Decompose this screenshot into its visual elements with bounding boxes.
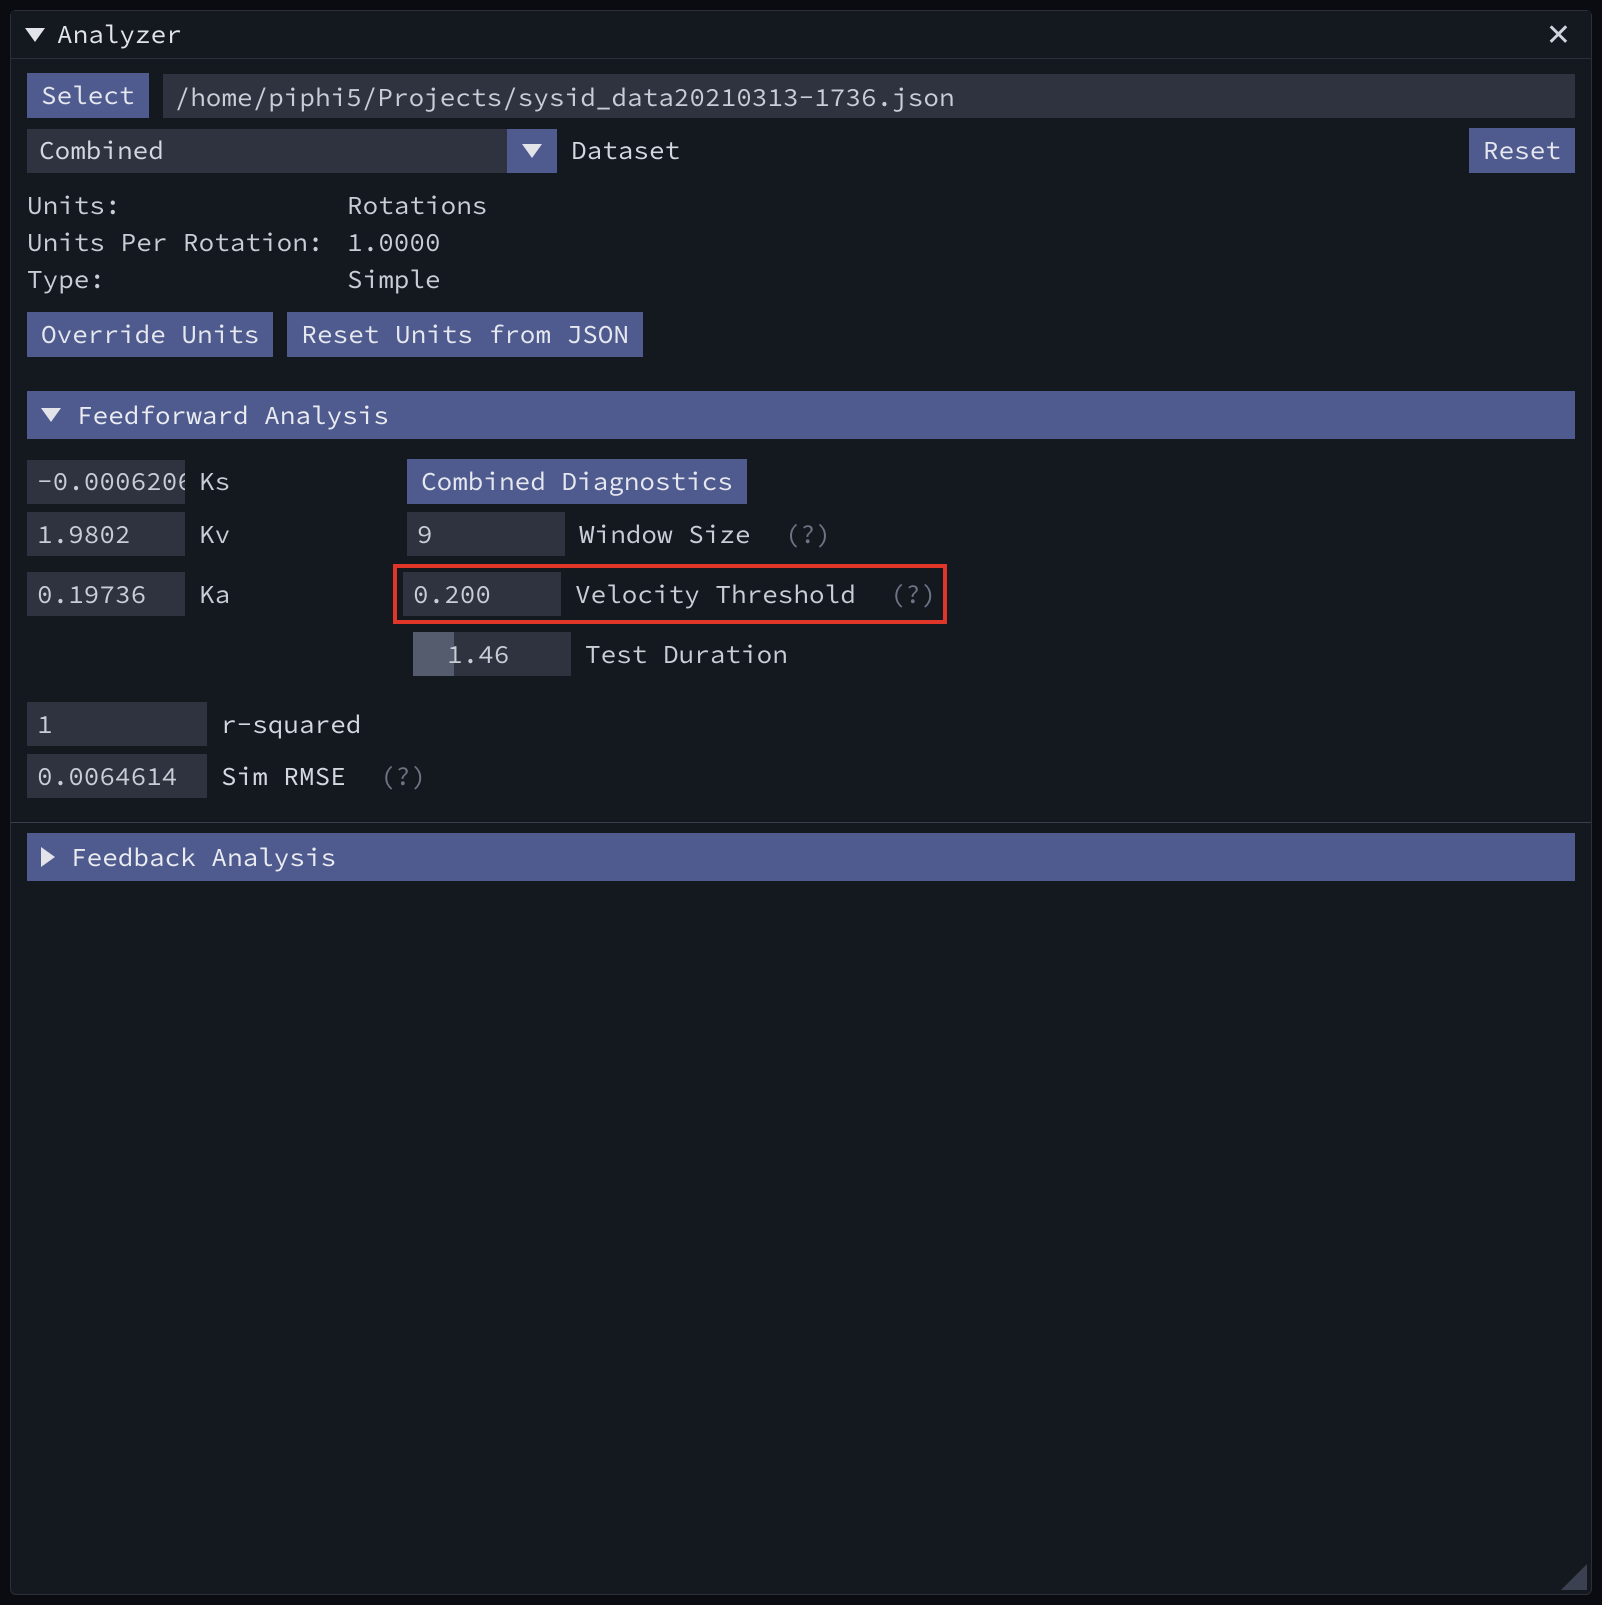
feedback-header[interactable]: Feedback Analysis xyxy=(27,833,1575,881)
units-label: Units: xyxy=(27,189,347,222)
feedforward-title: Feedforward Analysis xyxy=(77,399,389,432)
velocity-threshold-highlight: 0.200 Velocity Threshold (?) xyxy=(393,564,947,624)
resize-grip-icon[interactable] xyxy=(1559,1562,1587,1590)
chevron-right-icon xyxy=(41,847,55,867)
window-title: Analyzer xyxy=(57,18,182,51)
reset-button[interactable]: Reset xyxy=(1469,128,1575,173)
titlebar[interactable]: Analyzer ✕ xyxy=(11,11,1591,59)
type-value: Simple xyxy=(347,263,1575,296)
velocity-threshold-help-icon[interactable]: (?) xyxy=(890,578,937,611)
test-duration-value: 1.46 xyxy=(447,638,509,671)
feedback-title: Feedback Analysis xyxy=(71,841,336,874)
collapse-icon xyxy=(25,28,45,42)
window-size-value[interactable]: 9 xyxy=(407,512,565,556)
file-path-field[interactable]: /home/piphi5/Projects/sysid_data20210313… xyxy=(163,74,1575,118)
close-icon[interactable]: ✕ xyxy=(1540,16,1577,54)
chevron-down-icon xyxy=(507,129,557,173)
info-grid: Units: Rotations Units Per Rotation: 1.0… xyxy=(27,189,1575,296)
feedforward-header[interactable]: Feedforward Analysis xyxy=(27,391,1575,439)
sim-rmse-help-icon[interactable]: (?) xyxy=(380,760,427,793)
r-squared-value[interactable]: 1 xyxy=(27,702,207,746)
ka-row: 0.19736 Ka 0.200 Velocity Threshold (?) xyxy=(27,564,1575,624)
feedforward-body: -0.00062068 Ks Combined Diagnostics 1.98… xyxy=(27,459,1575,798)
section-divider xyxy=(11,822,1591,823)
kv-label: Kv xyxy=(199,518,259,551)
dataset-dropdown[interactable]: Combined xyxy=(27,129,557,173)
dataset-label: Dataset xyxy=(571,134,680,167)
test-duration-slider[interactable]: 1.46 xyxy=(413,632,571,676)
kv-row: 1.9802 Kv 9 Window Size (?) xyxy=(27,512,1575,556)
kv-value[interactable]: 1.9802 xyxy=(27,512,185,556)
r-squared-row: 1 r-squared xyxy=(27,702,1575,746)
upr-label: Units Per Rotation: xyxy=(27,226,347,259)
combined-diagnostics-button[interactable]: Combined Diagnostics xyxy=(407,459,747,504)
r-squared-label: r-squared xyxy=(221,708,361,741)
select-file-button[interactable]: Select xyxy=(27,73,149,118)
units-buttons-row: Override Units Reset Units from JSON xyxy=(27,312,1575,357)
dataset-value: Combined xyxy=(27,129,507,173)
window-size-label: Window Size xyxy=(579,518,751,551)
override-units-button[interactable]: Override Units xyxy=(27,312,273,357)
window-size-help-icon[interactable]: (?) xyxy=(785,518,832,551)
upr-value: 1.0000 xyxy=(347,226,1575,259)
units-value: Rotations xyxy=(347,189,1575,222)
ka-value[interactable]: 0.19736 xyxy=(27,572,185,616)
window-body: Select /home/piphi5/Projects/sysid_data2… xyxy=(11,59,1591,895)
sim-rmse-label: Sim RMSE xyxy=(221,760,346,793)
sim-rmse-row: 0.0064614 Sim RMSE (?) xyxy=(27,754,1575,798)
analyzer-window: Analyzer ✕ Select /home/piphi5/Projects/… xyxy=(10,10,1592,1595)
ka-label: Ka xyxy=(199,578,259,611)
ks-value[interactable]: -0.00062068 xyxy=(27,460,185,504)
type-label: Type: xyxy=(27,263,347,296)
ks-row: -0.00062068 Ks Combined Diagnostics xyxy=(27,459,1575,504)
chevron-down-icon xyxy=(41,408,61,422)
reset-units-json-button[interactable]: Reset Units from JSON xyxy=(287,312,643,357)
file-row: Select /home/piphi5/Projects/sysid_data2… xyxy=(27,73,1575,118)
sim-rmse-value[interactable]: 0.0064614 xyxy=(27,754,207,798)
ks-label: Ks xyxy=(199,465,259,498)
velocity-threshold-label: Velocity Threshold xyxy=(575,578,856,611)
test-duration-label: Test Duration xyxy=(585,638,788,671)
test-duration-row: 1.46 Test Duration xyxy=(27,632,1575,676)
dataset-row: Combined Dataset Reset xyxy=(27,128,1575,173)
velocity-threshold-value[interactable]: 0.200 xyxy=(403,572,561,616)
